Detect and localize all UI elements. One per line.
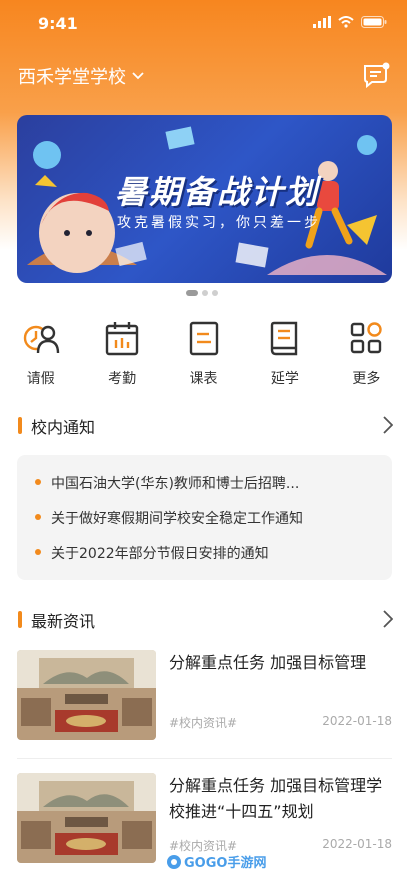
gamepad-logo-icon <box>167 854 181 869</box>
carousel-dot[interactable] <box>212 290 218 296</box>
chevron-right-icon[interactable] <box>383 416 393 434</box>
watermark: GOGO手游网 <box>166 852 266 871</box>
quick-action-more[interactable]: 更多 <box>326 318 407 390</box>
school-name: 西禾学堂学校 <box>18 67 126 88</box>
status-icons <box>313 16 387 28</box>
news-title: 最新资讯 <box>31 612 96 631</box>
extended-study-icon <box>270 321 298 356</box>
notice-item[interactable]: 中国石油大学(华东)教师和博士后招聘... <box>35 473 299 493</box>
notice-text: 关于2022年部分节假日安排的通知 <box>51 546 269 562</box>
promo-banner[interactable]: 暑期备战计划 攻克暑假实习，你只差一步 <box>17 115 392 283</box>
schedule-icon <box>189 321 218 356</box>
more-grid-icon <box>351 322 383 354</box>
quick-action-attendance[interactable]: 考勤 <box>81 318 162 390</box>
banner-title: 暑期备战计划 <box>115 173 320 211</box>
carousel-indicator <box>186 290 218 296</box>
message-icon <box>364 62 390 89</box>
quick-action-label: 请假 <box>26 371 55 387</box>
news-date: 2022-01-18 <box>322 714 392 728</box>
meeting-photo-image <box>17 650 156 740</box>
divider <box>17 758 392 759</box>
signal-icon <box>313 16 331 28</box>
notices-header[interactable]: 校内通知 <box>0 414 407 438</box>
bullet-icon <box>35 514 41 520</box>
message-button[interactable] <box>361 60 391 90</box>
carousel-dot[interactable] <box>202 290 208 296</box>
news-thumbnail <box>17 650 156 740</box>
notice-item[interactable]: 关于2022年部分节假日安排的通知 <box>35 543 269 563</box>
battery-icon <box>361 16 387 28</box>
notices-list: 中国石油大学(华东)教师和博士后招聘... 关于做好寒假期间学校安全稳定工作通知… <box>17 455 392 580</box>
news-headline: 分解重点任务 加强目标管理 <box>169 653 367 672</box>
news-item[interactable]: 分解重点任务 加强目标管理学校推进“十四五”规划 #校内资讯# 2022-01-… <box>17 773 392 863</box>
notice-item[interactable]: 关于做好寒假期间学校安全稳定工作通知 <box>35 508 303 528</box>
news-thumbnail <box>17 773 156 863</box>
news-item[interactable]: 分解重点任务 加强目标管理 #校内资讯# 2022-01-18 <box>17 650 392 740</box>
header: 西禾学堂学校 <box>0 56 407 96</box>
bullet-icon <box>35 549 41 555</box>
news-headline: 分解重点任务 加强目标管理学校推进“十四五”规划 <box>169 776 383 821</box>
quick-action-label: 考勤 <box>108 371 137 387</box>
news-date: 2022-01-18 <box>322 837 392 851</box>
attendance-icon <box>105 322 139 356</box>
quick-action-label: 更多 <box>352 371 381 387</box>
quick-actions: 请假 考勤 课表 延学 更多 <box>0 318 407 390</box>
carousel-dot[interactable] <box>186 290 198 296</box>
news-tag: #校内资讯# <box>169 716 238 730</box>
bullet-icon <box>35 479 41 485</box>
quick-action-leave[interactable]: 请假 <box>0 318 81 390</box>
school-selector[interactable]: 西禾学堂学校 <box>18 63 144 89</box>
leave-icon <box>23 325 59 354</box>
notices-title: 校内通知 <box>31 418 96 437</box>
quick-action-label: 课表 <box>189 371 218 387</box>
meeting-photo-image <box>17 773 156 863</box>
news-header[interactable]: 最新资讯 <box>0 608 407 632</box>
quick-action-label: 延学 <box>270 371 299 387</box>
chevron-right-icon[interactable] <box>383 610 393 628</box>
banner-subtitle: 攻克暑假实习，你只差一步 <box>117 215 321 231</box>
notice-text: 中国石油大学(华东)教师和博士后招聘... <box>51 476 300 492</box>
section-accent-bar <box>18 611 22 628</box>
notice-text: 关于做好寒假期间学校安全稳定工作通知 <box>51 511 303 527</box>
watermark-text: GOGO手游网 <box>184 856 267 871</box>
chevron-down-icon <box>132 72 144 80</box>
status-time: 9:41 <box>38 14 78 33</box>
quick-action-extended-study[interactable]: 延学 <box>244 318 325 390</box>
quick-action-schedule[interactable]: 课表 <box>163 318 244 390</box>
wifi-icon <box>338 16 354 28</box>
section-accent-bar <box>18 417 22 434</box>
status-bar: 9:41 <box>0 0 407 50</box>
